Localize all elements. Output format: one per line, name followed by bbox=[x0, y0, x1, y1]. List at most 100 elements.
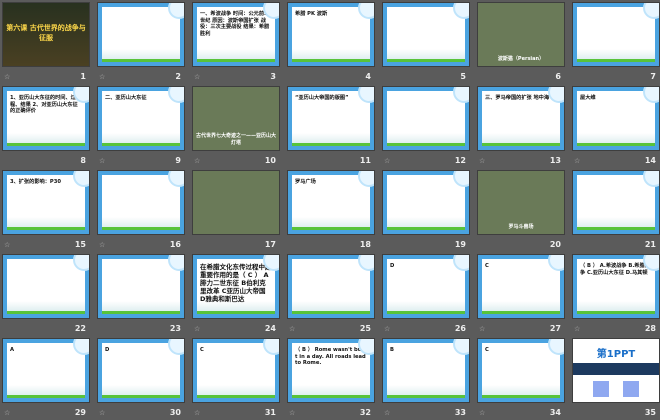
transition-star-icon[interactable]: ☆ bbox=[384, 157, 390, 165]
slide-preview[interactable]: B bbox=[382, 338, 470, 403]
slide-thumbnail-12[interactable]: ☆ 12 bbox=[382, 86, 470, 168]
transition-star-icon[interactable]: ☆ bbox=[194, 73, 200, 81]
transition-star-icon[interactable]: ☆ bbox=[194, 325, 200, 333]
slide-preview[interactable]: 在希腊文化东传过程中起重要作用的是（ C ） A腓力二世东征 B伯利克里改革 C… bbox=[192, 254, 280, 319]
transition-star-icon[interactable]: ☆ bbox=[574, 325, 580, 333]
slide-preview[interactable]: （ B ） A.希波战争 B.希腊战争 C.亚历山大东征 D.马其顿 bbox=[572, 254, 660, 319]
slide-preview[interactable]: 屋大维 bbox=[572, 86, 660, 151]
transition-star-icon[interactable]: ☆ bbox=[574, 157, 580, 165]
transition-star-icon[interactable]: ☆ bbox=[289, 325, 295, 333]
slide-preview[interactable] bbox=[572, 2, 660, 67]
transition-star-icon[interactable]: ☆ bbox=[479, 157, 485, 165]
slide-thumbnail-22[interactable]: 22 bbox=[2, 254, 90, 336]
slide-thumbnail-20[interactable]: 罗马斗兽场 20 bbox=[477, 170, 565, 252]
slide-thumbnail-5[interactable]: 5 bbox=[382, 2, 470, 84]
slide-thumbnail-29[interactable]: A ☆ 29 bbox=[2, 338, 90, 420]
slide-thumbnail-32[interactable]: （ B ） Rome wasn't built in a day. All ro… bbox=[287, 338, 375, 420]
slide-text: 1、亚历山大东征的时间、过程、结果 2、对亚历山大东征的正确评价 bbox=[10, 95, 78, 114]
slide-thumbnail-30[interactable]: D ☆ 30 bbox=[97, 338, 185, 420]
slide-preview[interactable]: C bbox=[477, 254, 565, 319]
slide-text: C bbox=[485, 263, 489, 269]
transition-star-icon[interactable]: ☆ bbox=[194, 409, 200, 417]
slide-thumbnail-9[interactable]: 二、亚历山大东征 ☆ 9 bbox=[97, 86, 185, 168]
slide-thumbnail-11[interactable]: “亚历山大帝国的版图” 11 bbox=[287, 86, 375, 168]
slide-content: A bbox=[7, 343, 85, 398]
slide-thumbnail-23[interactable]: 23 bbox=[97, 254, 185, 336]
slide-thumbnail-3[interactable]: 一、希波战争 时间：公元前5世纪 原因：波斯帝国扩张 战役：三次主要战役 结果：… bbox=[192, 2, 280, 84]
slide-thumbnail-21[interactable]: 21 bbox=[572, 170, 660, 252]
slide-preview[interactable] bbox=[192, 170, 280, 235]
slide-preview[interactable]: D bbox=[97, 338, 185, 403]
transition-star-icon[interactable]: ☆ bbox=[99, 409, 105, 417]
slide-thumbnail-27[interactable]: C ☆ 27 bbox=[477, 254, 565, 336]
slide-thumbnail-25[interactable]: ☆ 25 bbox=[287, 254, 375, 336]
transition-star-icon[interactable]: ☆ bbox=[99, 73, 105, 81]
slide-preview[interactable]: 古代世界七大奇迹之一——亚历山大灯塔 bbox=[192, 86, 280, 151]
transition-star-icon[interactable]: ☆ bbox=[99, 157, 105, 165]
slide-preview[interactable] bbox=[2, 254, 90, 319]
slide-content: C bbox=[197, 343, 275, 398]
transition-star-icon[interactable]: ☆ bbox=[289, 409, 295, 417]
slide-preview[interactable] bbox=[97, 254, 185, 319]
slide-thumbnail-19[interactable]: 19 bbox=[382, 170, 470, 252]
slide-thumbnail-18[interactable]: 罗马广场 18 bbox=[287, 170, 375, 252]
slide-preview[interactable]: （ B ） Rome wasn't built in a day. All ro… bbox=[287, 338, 375, 403]
slide-text: 二、亚历山大东征 bbox=[105, 95, 147, 101]
transition-star-icon[interactable]: ☆ bbox=[479, 325, 485, 333]
transition-star-icon[interactable]: ☆ bbox=[4, 241, 10, 249]
slide-thumbnail-24[interactable]: 在希腊文化东传过程中起重要作用的是（ C ） A腓力二世东征 B伯利克里改革 C… bbox=[192, 254, 280, 336]
slide-thumbnail-16[interactable]: ☆ 16 bbox=[97, 170, 185, 252]
slide-preview[interactable]: A bbox=[2, 338, 90, 403]
slide-content bbox=[577, 175, 655, 230]
slide-preview[interactable]: 波斯猫（Persian） bbox=[477, 2, 565, 67]
slide-thumbnail-34[interactable]: C ☆ 34 bbox=[477, 338, 565, 420]
slide-preview[interactable]: “亚历山大帝国的版图” bbox=[287, 86, 375, 151]
slide-text: D bbox=[390, 263, 395, 269]
transition-star-icon[interactable]: ☆ bbox=[99, 241, 105, 249]
slide-preview[interactable]: C bbox=[477, 338, 565, 403]
slide-thumbnail-15[interactable]: 3、扩张的影响：P30 ☆ 15 bbox=[2, 170, 90, 252]
slide-thumbnail-2[interactable]: ☆ 2 bbox=[97, 2, 185, 84]
slide-preview[interactable] bbox=[382, 170, 470, 235]
slide-preview[interactable]: 1、亚历山大东征的时间、过程、结果 2、对亚历山大东征的正确评价 bbox=[2, 86, 90, 151]
slide-thumbnail-26[interactable]: D ☆ 26 bbox=[382, 254, 470, 336]
slide-preview[interactable]: 罗马斗兽场 bbox=[477, 170, 565, 235]
slide-thumbnail-14[interactable]: 屋大维 ☆ 14 bbox=[572, 86, 660, 168]
slide-preview[interactable]: 希腊 PK 波斯 bbox=[287, 2, 375, 67]
slide-thumbnail-10[interactable]: 古代世界七大奇迹之一——亚历山大灯塔 ☆ 10 bbox=[192, 86, 280, 168]
slide-preview[interactable]: 二、亚历山大东征 bbox=[97, 86, 185, 151]
slide-number: 5 bbox=[460, 72, 466, 81]
transition-star-icon[interactable]: ☆ bbox=[4, 73, 10, 81]
slide-preview[interactable]: 一、希波战争 时间：公元前5世纪 原因：波斯帝国扩张 战役：三次主要战役 结果：… bbox=[192, 2, 280, 67]
slide-preview[interactable]: D bbox=[382, 254, 470, 319]
transition-star-icon[interactable]: ☆ bbox=[194, 157, 200, 165]
slide-thumbnail-35[interactable]: 第1PPT 35 bbox=[572, 338, 660, 420]
slide-thumbnail-1[interactable]: 第六课 古代世界的战争与征服 ☆ 1 bbox=[2, 2, 90, 84]
slide-preview[interactable]: 第六课 古代世界的战争与征服 bbox=[2, 2, 90, 67]
transition-star-icon[interactable]: ☆ bbox=[384, 325, 390, 333]
transition-star-icon[interactable]: ☆ bbox=[384, 409, 390, 417]
transition-star-icon[interactable]: ☆ bbox=[479, 409, 485, 417]
slide-thumbnail-6[interactable]: 波斯猫（Persian） 6 bbox=[477, 2, 565, 84]
slide-thumbnail-7[interactable]: 7 bbox=[572, 2, 660, 84]
transition-star-icon[interactable]: ☆ bbox=[4, 409, 10, 417]
slide-thumbnail-17[interactable]: 17 bbox=[192, 170, 280, 252]
slide-preview[interactable]: 三、罗马帝国的扩张 地中海 bbox=[477, 86, 565, 151]
slide-thumbnail-13[interactable]: 三、罗马帝国的扩张 地中海 ☆ 13 bbox=[477, 86, 565, 168]
slide-preview[interactable] bbox=[382, 86, 470, 151]
slide-preview[interactable]: 罗马广场 bbox=[287, 170, 375, 235]
slide-thumbnail-31[interactable]: C ☆ 31 bbox=[192, 338, 280, 420]
slide-thumbnail-8[interactable]: 1、亚历山大东征的时间、过程、结果 2、对亚历山大东征的正确评价 8 bbox=[2, 86, 90, 168]
slide-preview[interactable] bbox=[97, 170, 185, 235]
slide-preview[interactable]: 3、扩张的影响：P30 bbox=[2, 170, 90, 235]
slide-preview[interactable] bbox=[572, 170, 660, 235]
slide-thumbnail-33[interactable]: B ☆ 33 bbox=[382, 338, 470, 420]
slide-preview[interactable] bbox=[287, 254, 375, 319]
slide-preview[interactable]: C bbox=[192, 338, 280, 403]
slide-preview[interactable]: 第1PPT bbox=[572, 338, 660, 403]
slide-preview[interactable] bbox=[382, 2, 470, 67]
slide-preview[interactable] bbox=[97, 2, 185, 67]
slide-thumbnail-28[interactable]: （ B ） A.希波战争 B.希腊战争 C.亚历山大东征 D.马其顿 ☆ 28 bbox=[572, 254, 660, 336]
slide-content: （ B ） Rome wasn't built in a day. All ro… bbox=[292, 343, 370, 398]
slide-thumbnail-4[interactable]: 希腊 PK 波斯 4 bbox=[287, 2, 375, 84]
